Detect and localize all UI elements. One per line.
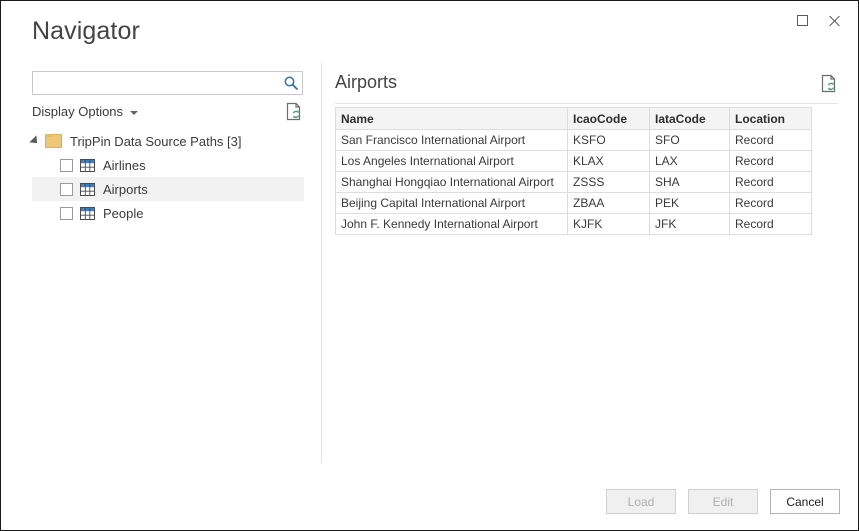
cell-location: Record <box>729 129 812 151</box>
chevron-down-icon <box>130 110 139 115</box>
cell-iatacode: JFK <box>649 213 730 235</box>
cell-iatacode: PEK <box>649 192 730 214</box>
cell-icaocode: KLAX <box>567 150 650 172</box>
cell-icaocode: ZBAA <box>567 192 650 214</box>
checkbox-airlines[interactable] <box>60 158 73 172</box>
table-row: John F. Kennedy International Airport KJ… <box>335 213 812 235</box>
cell-name: Los Angeles International Airport <box>335 150 568 172</box>
close-icon <box>828 14 841 27</box>
cell-location: Record <box>729 171 812 193</box>
edit-button[interactable]: Edit <box>688 489 758 514</box>
table-header-row: Name IcaoCode IataCode Location <box>335 107 812 130</box>
column-header-icaocode[interactable]: IcaoCode <box>567 107 650 130</box>
cell-location: Record <box>729 192 812 214</box>
tree-item-label: Airlines <box>103 157 146 173</box>
table-row: Beijing Capital International Airport ZB… <box>335 192 812 214</box>
folder-icon <box>45 134 62 148</box>
cell-name: Shanghai Hongqiao International Airport <box>335 171 568 193</box>
table-row: Los Angeles International Airport KLAX L… <box>335 150 812 172</box>
preview-pane: Airports Name IcaoCode IataCode Location… <box>335 61 838 463</box>
table-icon <box>80 182 95 196</box>
search-icon[interactable] <box>280 72 302 94</box>
column-header-location[interactable]: Location <box>729 107 812 130</box>
cell-iatacode: SHA <box>649 171 730 193</box>
cell-iatacode: SFO <box>649 129 730 151</box>
checkbox-airports[interactable] <box>60 182 73 196</box>
load-button[interactable]: Load <box>606 489 676 514</box>
cell-iatacode: LAX <box>649 150 730 172</box>
preview-separator <box>335 103 838 104</box>
tree-root-label: TripPin Data Source Paths [3] <box>70 133 242 149</box>
preview-title: Airports <box>335 72 398 92</box>
cell-icaocode: ZSSS <box>567 171 650 193</box>
tree-root-node[interactable]: TripPin Data Source Paths [3] <box>29 129 304 153</box>
maximize-button[interactable] <box>786 5 818 35</box>
column-header-iatacode[interactable]: IataCode <box>649 107 730 130</box>
tree-item-airlines[interactable]: Airlines <box>32 153 304 177</box>
tree-item-label: Airports <box>103 181 148 197</box>
expander-collapse-icon[interactable] <box>29 135 41 147</box>
pane-divider <box>321 63 322 463</box>
tree-item-label: People <box>103 205 144 221</box>
cell-location: Record <box>729 150 812 172</box>
tree-item-airports[interactable]: Airports <box>32 177 304 201</box>
cell-name: John F. Kennedy International Airport <box>335 213 568 235</box>
display-options-label: Display Options <box>32 104 124 119</box>
left-pane: Display Options TripPin Data Source Path… <box>1 61 321 463</box>
close-button[interactable] <box>818 5 850 35</box>
refresh-document-icon-right[interactable] <box>821 74 838 93</box>
table-icon <box>80 206 95 220</box>
page-title: Navigator <box>32 17 140 45</box>
window-controls <box>786 1 850 39</box>
refresh-document-icon-left[interactable] <box>286 102 303 121</box>
source-tree: TripPin Data Source Paths [3] Airlines A… <box>1 129 321 225</box>
table-row: Shanghai Hongqiao International Airport … <box>335 171 812 193</box>
table-icon <box>80 158 95 172</box>
cell-name: Beijing Capital International Airport <box>335 192 568 214</box>
maximize-icon <box>796 14 808 26</box>
cell-icaocode: KSFO <box>567 129 650 151</box>
dialog-footer: Load Edit Cancel <box>606 489 840 514</box>
preview-table: Name IcaoCode IataCode Location San Fran… <box>335 107 812 235</box>
cancel-button[interactable]: Cancel <box>770 489 840 514</box>
table-row: San Francisco International Airport KSFO… <box>335 129 812 151</box>
tree-item-people[interactable]: People <box>32 201 304 225</box>
column-header-name[interactable]: Name <box>335 107 568 130</box>
navigator-dialog: Navigator Display Options TripPin Data S… <box>0 0 859 531</box>
search-input[interactable] <box>38 72 280 94</box>
checkbox-people[interactable] <box>60 206 73 220</box>
cell-name: San Francisco International Airport <box>335 129 568 151</box>
cell-icaocode: KJFK <box>567 213 650 235</box>
display-options-dropdown[interactable]: Display Options <box>32 104 139 119</box>
search-box[interactable] <box>32 71 303 95</box>
cell-location: Record <box>729 213 812 235</box>
